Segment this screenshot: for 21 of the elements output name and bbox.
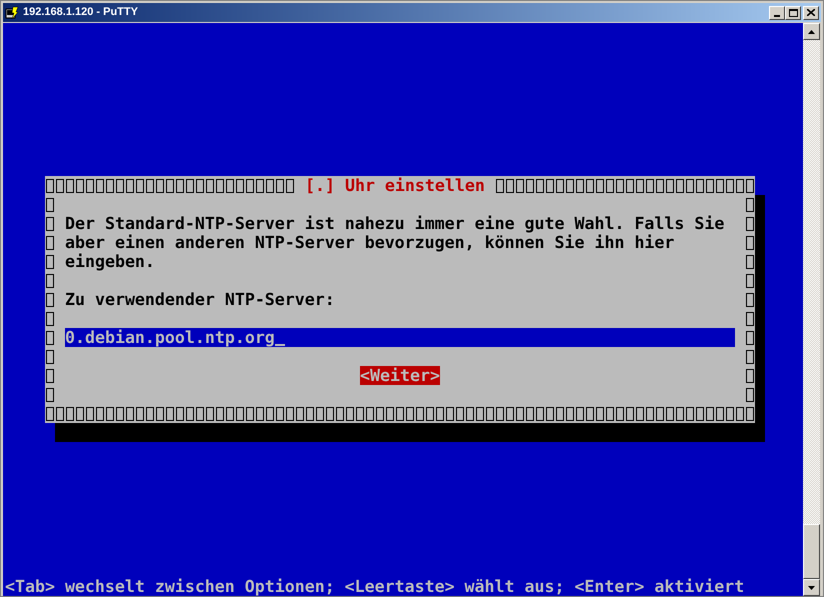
scroll-up-button[interactable]: [803, 23, 820, 40]
description-text: Der Standard-NTP-Server ist nahezu immer eine gute Wahl. Falls Sie aber einen anderen NTP-Server bevorzugen, können Sie ihn hier eingeben.: [65, 214, 726, 271]
window-title: 192.168.1.120 - PuTTY: [23, 5, 139, 20]
down-arrow-icon: [808, 586, 815, 590]
minimize-button[interactable]: [769, 6, 785, 20]
scrollbar[interactable]: [803, 23, 820, 596]
up-arrow-icon: [808, 30, 815, 34]
continue-button[interactable]: <Weiter>: [360, 366, 440, 385]
close-icon: [807, 9, 815, 16]
scroll-thumb[interactable]: [803, 524, 820, 579]
status-line: <Tab> wechselt zwischen Optionen; <Leertaste> wählt aus; <Enter> aktiviert: [5, 577, 744, 596]
terminal-icon: [5, 6, 19, 20]
minimize-icon: [774, 14, 780, 16]
dialog-title: [.] Uhr einstellen: [295, 176, 495, 195]
field-label: Zu verwendender NTP-Server:: [65, 290, 335, 309]
close-button[interactable]: [803, 6, 819, 20]
scroll-down-button[interactable]: [803, 579, 820, 596]
maximize-icon: [788, 8, 798, 16]
maximize-button[interactable]: [785, 6, 801, 20]
server-input-field[interactable]: 0.debian.pool.ntp.org: [65, 328, 735, 347]
text-cursor: [274, 344, 285, 346]
